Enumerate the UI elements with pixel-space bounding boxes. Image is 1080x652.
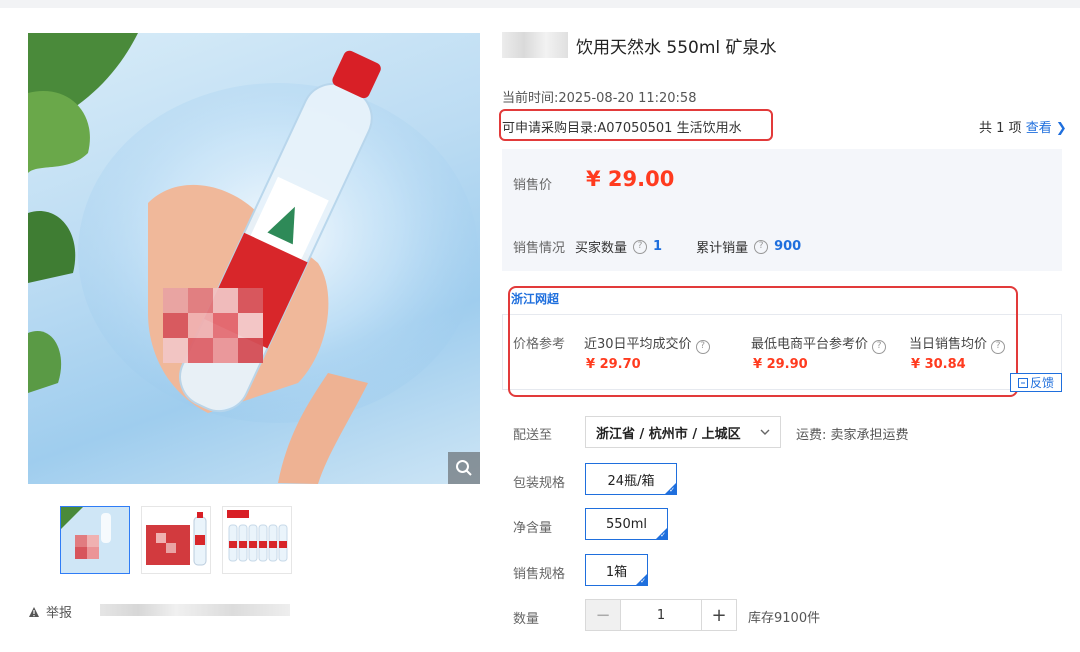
stock-info: 库存9100件 — [748, 611, 821, 626]
chevron-down-icon — [760, 429, 770, 435]
cumulative-sales-label: 累计销量 — [696, 241, 749, 256]
sales-label: 销售情况 — [513, 241, 566, 256]
sale-price: ¥ 29.00 — [586, 167, 675, 191]
sales-info: 买家数量 ? 1 累计销量 ? 900 — [575, 237, 801, 256]
feedback-button[interactable]: 反馈 — [1010, 373, 1062, 392]
sale-spec-option[interactable]: 1箱 ✓ — [585, 554, 648, 586]
redacted-brand — [502, 32, 568, 58]
highlight-box-catalog — [499, 109, 773, 141]
redacted-share-bar — [100, 604, 290, 616]
sale-spec-label: 销售规格 — [513, 567, 566, 582]
highlight-box-reference — [508, 286, 1018, 397]
quantity-stepper: − 1 + — [585, 599, 737, 631]
warning-icon — [29, 606, 39, 617]
decrement-button[interactable]: − — [586, 600, 621, 630]
pack-spec-value: 24瓶/箱 — [607, 473, 655, 489]
current-time-value: 2025-08-20 11:20:58 — [558, 91, 697, 106]
product-title: 饮用天然水 550ml 矿泉水 — [502, 32, 777, 58]
sale-spec-value: 1箱 — [605, 564, 628, 580]
thumbnail-strip — [60, 506, 292, 574]
quantity-label: 数量 — [513, 612, 540, 627]
pack-spec-option[interactable]: 24瓶/箱 ✓ — [585, 463, 677, 495]
net-content-label: 净含量 — [513, 521, 553, 536]
net-content-option[interactable]: 550ml ✓ — [585, 508, 668, 540]
cumulative-sales: 900 — [774, 239, 802, 254]
feedback-icon — [1017, 377, 1028, 388]
check-icon: ✓ — [640, 577, 646, 585]
pack-spec-label: 包装规格 — [513, 476, 566, 491]
thumbnail-1[interactable] — [60, 506, 130, 574]
check-icon: ✓ — [660, 531, 666, 539]
view-link[interactable]: 查看 ❯ — [1026, 121, 1067, 136]
check-icon: ✓ — [669, 486, 675, 494]
main-product-image[interactable] — [28, 33, 480, 484]
zoom-icon[interactable] — [448, 452, 480, 484]
help-icon[interactable]: ? — [754, 239, 769, 254]
buyer-count: 1 — [653, 239, 663, 254]
region-select[interactable]: 浙江省 / 杭州市 / 上城区 — [585, 416, 781, 448]
delivery-label: 配送至 — [513, 428, 553, 443]
increment-button[interactable]: + — [701, 600, 736, 630]
product-photo — [28, 33, 478, 484]
thumbnail-3[interactable] — [222, 506, 292, 574]
freight-info: 运费: 卖家承担运费 — [796, 428, 909, 443]
feedback-label: 反馈 — [1029, 376, 1054, 390]
report-label: 举报 — [46, 606, 73, 621]
report-link[interactable]: 举报 — [28, 602, 72, 621]
current-time: 当前时间:2025-08-20 11:20:58 — [502, 87, 696, 106]
quantity-input[interactable]: 1 — [621, 600, 701, 630]
help-icon[interactable]: ? — [633, 239, 648, 254]
product-title-text: 饮用天然水 550ml 矿泉水 — [576, 37, 777, 58]
thumbnail-2[interactable] — [141, 506, 211, 574]
price-label: 销售价 — [513, 178, 553, 193]
buyer-count-label: 买家数量 — [575, 241, 628, 256]
total-count: 共 1 项 — [979, 121, 1022, 136]
current-time-label: 当前时间: — [502, 91, 559, 106]
total-items: 共 1 项 查看 ❯ — [979, 117, 1067, 136]
region-value: 浙江省 / 杭州市 / 上城区 — [596, 426, 741, 442]
top-strip — [0, 0, 1080, 8]
net-content-value: 550ml — [605, 516, 648, 532]
